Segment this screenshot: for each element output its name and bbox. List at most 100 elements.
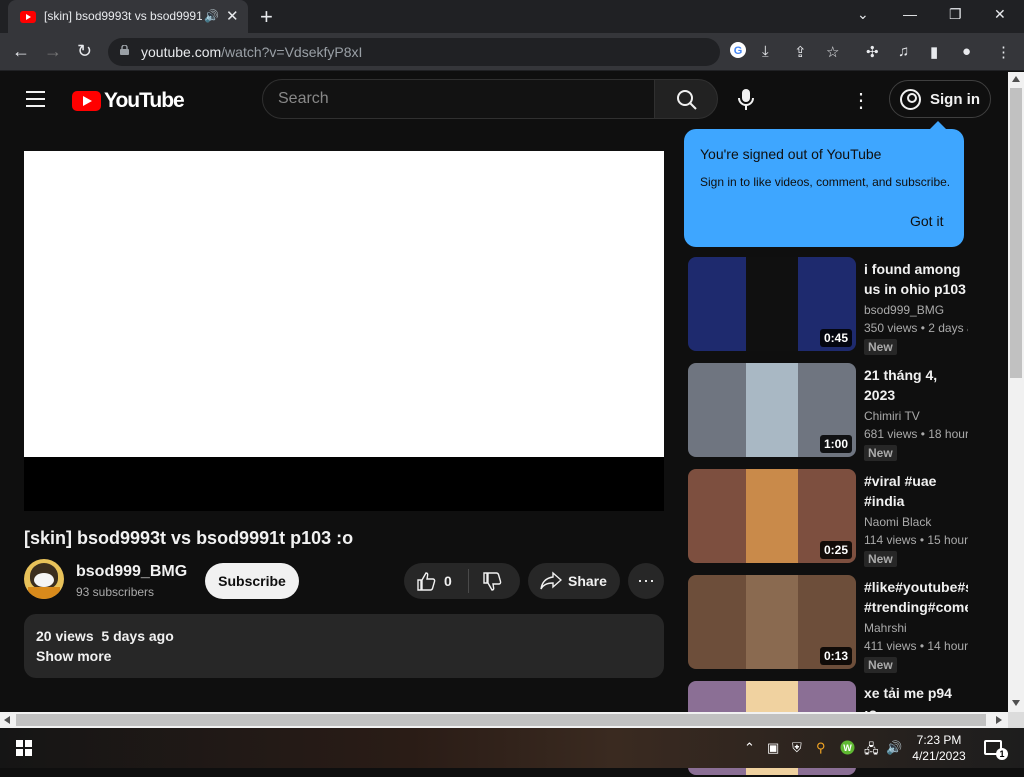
system-tray-app-icon[interactable]: ▣ xyxy=(767,740,779,756)
video-player[interactable] xyxy=(24,151,664,511)
taskbar-clock[interactable]: 7:23 PM 4/21/2023 xyxy=(906,732,972,764)
restore-button[interactable]: ❐ xyxy=(949,6,962,23)
network-icon[interactable]: 🖧 xyxy=(864,740,879,762)
reload-button[interactable]: ↻ xyxy=(77,41,92,62)
recommendation-card[interactable]: 0:25 #viral #uae #india #trending Naomi Bl… xyxy=(688,469,968,567)
recommendation-views: 350 views • 2 days ago xyxy=(864,321,968,335)
back-button[interactable]: ← xyxy=(12,41,30,62)
recommendation-title[interactable]: #like#youtube#shorts #trending#comedy xyxy=(864,577,968,617)
search-button[interactable] xyxy=(654,79,718,119)
green-app-tray-icon[interactable]: W xyxy=(840,740,855,758)
recommendation-card[interactable]: 0:13 #like#youtube#shorts #trending#comed… xyxy=(688,575,968,673)
recommendation-thumbnail[interactable]: 1:00 xyxy=(688,363,856,457)
side-panel-icon[interactable]: ▮ xyxy=(930,43,938,61)
more-actions-button[interactable]: ⋯ xyxy=(628,563,664,599)
recommendation-thumbnail[interactable]: 0:45 xyxy=(688,257,856,351)
url-path: /watch?v=VdsekfyP8xI xyxy=(221,44,363,60)
recommendation-age: 18 hours ago xyxy=(928,427,968,441)
recommendation-title[interactable]: i found among us in ohio p103 xyxy=(864,259,968,299)
menu-hamburger-icon[interactable] xyxy=(26,91,45,107)
close-window-button[interactable]: ✕ xyxy=(994,6,1006,23)
duration-badge: 0:25 xyxy=(819,541,852,559)
recommendation-thumbnail[interactable]: 0:25 xyxy=(688,469,856,563)
channel-avatar[interactable] xyxy=(24,559,64,599)
extensions-puzzle-icon[interactable]: ✣ xyxy=(866,43,879,61)
share-button[interactable]: Share xyxy=(528,563,620,599)
thumbnail-frame xyxy=(746,257,798,351)
search-tray-icon[interactable]: ⚲ xyxy=(816,740,826,756)
browser-tab-strip: [skin] bsod9993t vs bsod9991t p103 :o - … xyxy=(0,0,1024,33)
like-divider xyxy=(468,569,469,593)
view-count-and-date: 20 views 5 days ago xyxy=(36,628,174,644)
svg-text:G: G xyxy=(734,45,743,57)
upload-age: 5 days ago xyxy=(101,628,174,644)
video-title: [skin] bsod9993t vs bsod9991t p103 :o xyxy=(24,528,354,548)
google-lens-icon[interactable]: G xyxy=(729,41,747,63)
lock-icon xyxy=(120,45,129,55)
vertical-scrollbar[interactable] xyxy=(1008,72,1024,712)
like-thumb-icon[interactable] xyxy=(416,571,436,591)
new-tab-button[interactable]: + xyxy=(260,4,273,30)
youtube-wordmark: YouTube xyxy=(104,89,185,112)
vertical-scroll-thumb[interactable] xyxy=(1010,88,1022,378)
browser-tab[interactable]: [skin] bsod9993t vs bsod9991t p103 :o - … xyxy=(8,0,248,33)
voice-search-button[interactable] xyxy=(729,82,763,116)
recommendation-age: 15 hours ago xyxy=(927,533,968,547)
scroll-down-arrow-icon[interactable] xyxy=(1012,700,1020,706)
search-icon xyxy=(677,90,697,110)
profile-icon[interactable]: ● xyxy=(962,43,971,60)
horizontal-scroll-thumb[interactable] xyxy=(16,714,986,726)
recommendation-channel[interactable]: Chimiri TV xyxy=(864,409,920,423)
youtube-play-logo-icon xyxy=(72,91,101,111)
dislike-thumb-icon[interactable] xyxy=(482,572,502,592)
install-app-icon[interactable]: ⤓ xyxy=(762,43,769,60)
bookmark-star-icon[interactable]: ☆ xyxy=(826,43,839,61)
media-control-icon[interactable]: ♫ xyxy=(898,43,909,60)
forward-button[interactable]: → xyxy=(44,41,62,62)
recommendation-title[interactable]: 21 tháng 4, 2023 xyxy=(864,365,968,405)
new-badge: New xyxy=(864,339,897,355)
recommendation-thumbnail[interactable]: 0:13 xyxy=(688,575,856,669)
recommendation-card[interactable]: 0:45 i found among us in ohio p103 bsod999… xyxy=(688,257,968,355)
youtube-header: YouTube Search ⋮ Sign in xyxy=(0,72,1008,128)
notification-count-badge: 1 xyxy=(996,748,1008,760)
settings-more-icon[interactable]: ⋮ xyxy=(851,88,871,113)
channel-name[interactable]: bsod999_BMG xyxy=(76,563,187,581)
recommendation-views: 681 views • 18 hours ago xyxy=(864,427,968,441)
sign-in-button[interactable]: Sign in xyxy=(889,80,991,118)
close-tab-icon[interactable]: ✕ xyxy=(226,7,239,25)
volume-icon[interactable]: 🔊 xyxy=(886,740,902,756)
recommendation-view-count: 681 views xyxy=(864,427,918,441)
address-bar[interactable]: youtube.com/watch?v=VdsekfyP8xI xyxy=(108,38,720,66)
got-it-button[interactable]: Got it xyxy=(910,213,943,229)
recommendation-title[interactable]: #viral #uae #india #trending xyxy=(864,471,968,511)
sign-in-label: Sign in xyxy=(930,91,980,108)
thumbnail-frame xyxy=(746,575,798,669)
tab-title: [skin] bsod9993t vs bsod9991t p103 :o - … xyxy=(44,9,202,23)
recommendation-card[interactable]: 1:00 21 tháng 4, 2023 Chimiri TV 681 views … xyxy=(688,363,968,461)
scroll-right-arrow-icon[interactable] xyxy=(996,716,1002,724)
subscribe-button[interactable]: Subscribe xyxy=(205,563,299,599)
scroll-up-arrow-icon[interactable] xyxy=(1012,76,1020,82)
show-more-link[interactable]: Show more xyxy=(36,648,111,664)
windows-start-icon[interactable] xyxy=(16,740,32,756)
recommendation-channel[interactable]: Mahrshi xyxy=(864,621,907,635)
search-input[interactable]: Search xyxy=(262,79,655,119)
scroll-left-arrow-icon[interactable] xyxy=(4,716,10,724)
tab-search-chevron-icon[interactable]: ⌄ xyxy=(857,6,869,23)
recommendation-channel[interactable]: bsod999_BMG xyxy=(864,303,944,317)
horizontal-scrollbar[interactable] xyxy=(0,712,1008,728)
notification-center-icon[interactable]: 1 xyxy=(984,740,1008,760)
chrome-menu-icon[interactable]: ⋮ xyxy=(996,43,1011,61)
show-hidden-icons-chevron-icon[interactable]: ⌃ xyxy=(744,740,755,756)
description-box[interactable]: 20 views 5 days ago Show more xyxy=(24,614,664,678)
recommendation-view-count: 350 views xyxy=(864,321,918,335)
audio-playing-icon[interactable]: 🔊 xyxy=(204,9,219,23)
recommendation-view-count: 411 views xyxy=(864,639,917,653)
security-shield-icon[interactable]: ⛨ xyxy=(792,740,802,756)
minimize-button[interactable]: — xyxy=(903,6,917,22)
share-page-icon[interactable]: ⇪ xyxy=(794,43,807,61)
browser-toolbar: ← → ↻ youtube.com/watch?v=VdsekfyP8xI G … xyxy=(0,33,1024,71)
recommendation-channel[interactable]: Naomi Black xyxy=(864,515,931,529)
duration-badge: 0:45 xyxy=(819,329,852,347)
